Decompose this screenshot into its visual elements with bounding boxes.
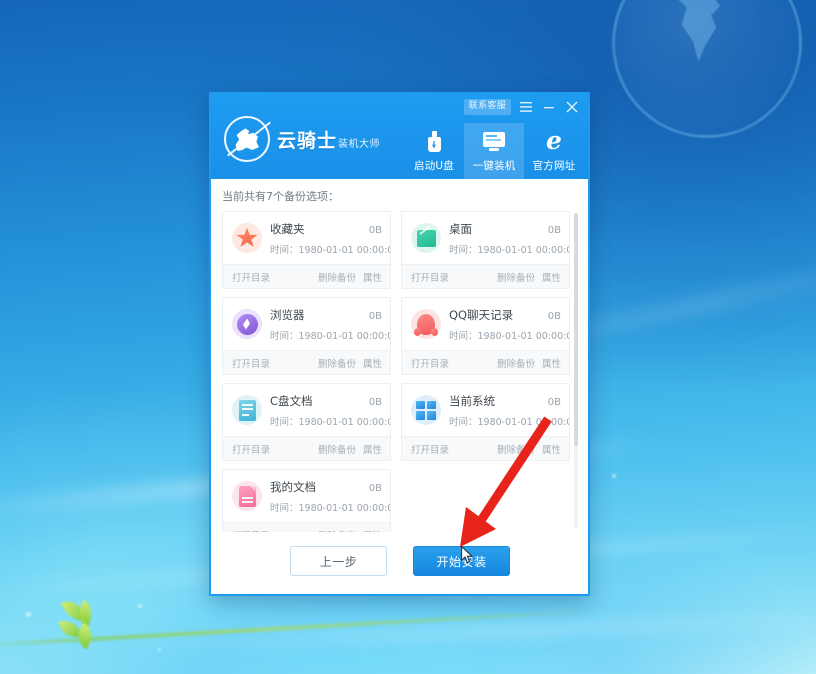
properties-link[interactable]: 属性	[363, 528, 382, 533]
backup-size: 0B	[547, 396, 561, 408]
knight-logo-icon	[224, 116, 271, 162]
properties-link[interactable]: 属性	[542, 270, 561, 284]
hamburger-menu-icon[interactable]	[518, 99, 534, 115]
backup-card[interactable]: 浏览器 0B 时间：1980-01-01 00:00:00 打开目录 删除备份 …	[222, 297, 391, 375]
delete-backup-link[interactable]: 删除备份	[497, 442, 535, 456]
backup-size: 0B	[368, 310, 382, 322]
backup-size: 0B	[368, 482, 382, 494]
nav-label: 一键装机	[472, 160, 516, 172]
backup-time: 时间：1980-01-01 00:00:00	[270, 416, 391, 428]
monitor-icon	[483, 129, 505, 153]
open-directory-link[interactable]: 打开目录	[232, 356, 270, 370]
backup-size: 0B	[547, 310, 561, 322]
backup-title: 桌面	[449, 221, 472, 236]
backup-size: 0B	[368, 396, 382, 408]
brand-tagline: 装机大师	[338, 138, 381, 150]
windows-logo-icon	[411, 395, 441, 425]
open-directory-link[interactable]: 打开目录	[411, 356, 449, 370]
backup-card[interactable]: 我的文档 0B 时间：1980-01-01 00:00:00 打开目录 删除备份…	[222, 469, 391, 532]
backup-time: 时间：1980-01-01 00:00:00	[449, 330, 570, 342]
globe-watermark-icon	[612, 0, 802, 138]
backup-size: 0B	[547, 224, 561, 236]
open-directory-link[interactable]: 打开目录	[232, 442, 270, 456]
bokeh-speck	[612, 474, 616, 478]
backup-card[interactable]: 当前系统 0B 时间：1980-01-01 00:00:00 打开目录 删除备份…	[401, 383, 570, 461]
nav-item-boot-usb[interactable]: 启动U盘	[404, 123, 464, 179]
brand-logo: 云骑士 装机大师	[224, 116, 380, 162]
bokeh-speck	[26, 612, 31, 617]
delete-backup-link[interactable]: 删除备份	[497, 270, 535, 284]
backup-card[interactable]: C盘文档 0B 时间：1980-01-01 00:00:00 打开目录 删除备份…	[222, 383, 391, 461]
nav-label: 官方网址	[532, 160, 576, 172]
my-documents-icon	[232, 481, 262, 511]
backup-time: 时间：1980-01-01 00:00:00	[270, 502, 391, 514]
contact-support-button[interactable]: 联系客服	[463, 99, 511, 115]
properties-link[interactable]: 属性	[542, 356, 561, 370]
backup-title: 当前系统	[449, 393, 495, 408]
backup-title: C盘文档	[270, 393, 313, 408]
footer-actions: 上一步 开始安装	[222, 532, 578, 594]
backup-cards-grid: 收藏夹 0B 时间：1980-01-01 00:00:00 打开目录 删除备份 …	[222, 211, 570, 532]
favorites-star-icon	[232, 223, 262, 253]
scrollbar-thumb[interactable]	[574, 213, 578, 447]
backup-time: 时间：1980-01-01 00:00:00	[270, 244, 391, 256]
backup-title: QQ聊天记录	[449, 307, 514, 322]
backup-summary-text: 当前共有7个备份选项：	[222, 190, 339, 203]
backup-title: 浏览器	[270, 307, 305, 322]
vertical-scrollbar[interactable]	[574, 213, 578, 528]
properties-link[interactable]: 属性	[542, 442, 561, 456]
properties-link[interactable]: 属性	[363, 442, 382, 456]
minimize-icon[interactable]	[541, 99, 557, 115]
close-icon[interactable]	[564, 99, 580, 115]
backup-time: 时间：1980-01-01 00:00:00	[449, 416, 570, 428]
content-area: 当前共有7个备份选项： 收藏夹 0B 时间：1980-01-01 00:00:0…	[211, 179, 588, 594]
window-controls: 联系客服	[463, 99, 580, 115]
backup-title: 我的文档	[270, 479, 316, 494]
desktop-icon	[411, 223, 441, 253]
main-nav: 启动U盘 一键装机 e 官方网址	[404, 123, 584, 179]
app-window: 联系客服 云骑士 装机大师 启动U盘 一键装机 e 官方网址 当前共有7个备份选…	[209, 92, 590, 596]
bokeh-speck	[138, 604, 142, 608]
open-directory-link[interactable]: 打开目录	[232, 528, 270, 533]
backup-time: 时间：1980-01-01 00:00:00	[449, 244, 570, 256]
backup-time: 时间：1980-01-01 00:00:00	[270, 330, 391, 342]
sprout-decoration	[56, 595, 102, 652]
backup-cards-scroll-area[interactable]: 收藏夹 0B 时间：1980-01-01 00:00:00 打开目录 删除备份 …	[222, 211, 578, 532]
c-drive-document-icon	[232, 395, 262, 425]
nav-item-official-site[interactable]: e 官方网址	[524, 123, 584, 179]
properties-link[interactable]: 属性	[363, 356, 382, 370]
desktop-background: 联系客服 云骑士 装机大师 启动U盘 一键装机 e 官方网址 当前共有7个备份选…	[0, 0, 816, 674]
open-directory-link[interactable]: 打开目录	[411, 270, 449, 284]
nav-label: 启动U盘	[414, 160, 454, 172]
ie-browser-icon: e	[546, 126, 562, 155]
browser-compass-icon	[232, 309, 262, 339]
backup-title: 收藏夹	[270, 221, 305, 236]
title-bar: 联系客服 云骑士 装机大师 启动U盘 一键装机 e 官方网址	[211, 94, 588, 179]
qq-penguin-icon	[411, 309, 441, 339]
delete-backup-link[interactable]: 删除备份	[318, 356, 356, 370]
delete-backup-link[interactable]: 删除备份	[318, 270, 356, 284]
open-directory-link[interactable]: 打开目录	[411, 442, 449, 456]
properties-link[interactable]: 属性	[363, 270, 382, 284]
previous-step-button[interactable]: 上一步	[290, 546, 387, 576]
delete-backup-link[interactable]: 删除备份	[318, 442, 356, 456]
backup-size: 0B	[368, 224, 382, 236]
delete-backup-link[interactable]: 删除备份	[318, 528, 356, 533]
bokeh-speck	[158, 648, 161, 651]
nav-item-one-click-install[interactable]: 一键装机	[464, 123, 524, 179]
start-install-button[interactable]: 开始安装	[413, 546, 510, 576]
delete-backup-link[interactable]: 删除备份	[497, 356, 535, 370]
usb-icon	[427, 129, 441, 153]
open-directory-link[interactable]: 打开目录	[232, 270, 270, 284]
backup-card[interactable]: QQ聊天记录 0B 时间：1980-01-01 00:00:00 打开目录 删除…	[401, 297, 570, 375]
brand-name: 云骑士	[277, 129, 338, 152]
backup-card[interactable]: 桌面 0B 时间：1980-01-01 00:00:00 打开目录 删除备份 属…	[401, 211, 570, 289]
backup-card[interactable]: 收藏夹 0B 时间：1980-01-01 00:00:00 打开目录 删除备份 …	[222, 211, 391, 289]
